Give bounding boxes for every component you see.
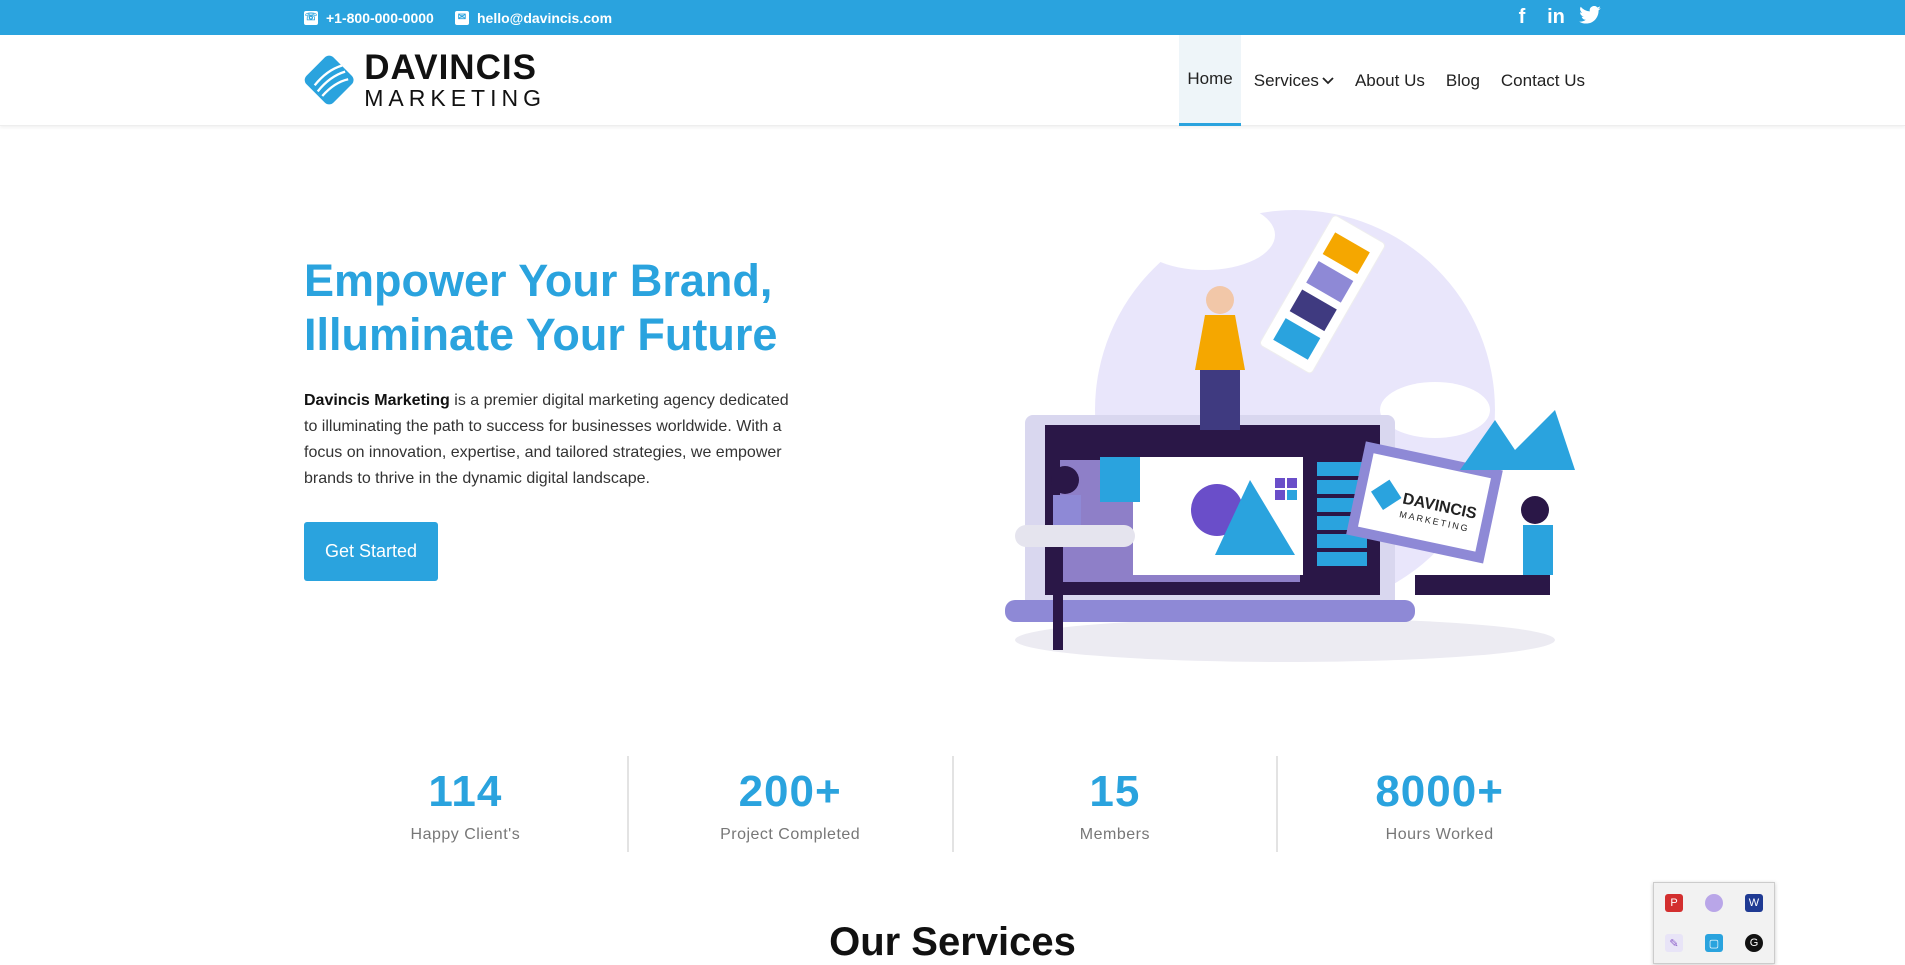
mail-icon: ✉ bbox=[455, 10, 469, 25]
site-logo[interactable]: DAVINCIS MARKETING bbox=[304, 47, 546, 113]
phone-contact[interactable]: ☏ +1-800-000-0000 bbox=[304, 0, 434, 35]
logo-mark-icon bbox=[304, 55, 354, 105]
nav-label-blog: Blog bbox=[1445, 70, 1480, 90]
nav-item-services[interactable]: Services bbox=[1246, 35, 1342, 126]
nav-item-home[interactable]: Home bbox=[1179, 35, 1241, 126]
pdf-extension-icon[interactable]: P bbox=[1665, 894, 1683, 912]
main-navbar: DAVINCIS MARKETING Home Services About U… bbox=[0, 35, 1905, 126]
social-links: f in bbox=[1510, 0, 1602, 35]
stat-label: Project Completed bbox=[720, 826, 861, 843]
stat-value: 15 bbox=[1089, 767, 1141, 816]
chevron-down-icon bbox=[1322, 74, 1334, 88]
hero-title: Empower Your Brand, Illuminate Your Futu… bbox=[304, 254, 864, 362]
moon-extension-icon[interactable] bbox=[1705, 894, 1723, 912]
stat-hours-worked: 8000+ Hours Worked bbox=[1278, 756, 1601, 852]
nav-menu: Home Services About Us Blog Contact Us bbox=[1174, 35, 1593, 126]
email-contact[interactable]: ✉ hello@davincis.com bbox=[455, 0, 612, 35]
feather-extension-icon[interactable]: ✎ bbox=[1665, 934, 1683, 952]
get-started-button[interactable]: Get Started bbox=[304, 522, 438, 581]
hero-title-line-2: Illuminate Your Future bbox=[304, 309, 778, 360]
nav-label-home: Home bbox=[1187, 69, 1233, 88]
nav-item-contact[interactable]: Contact Us bbox=[1493, 35, 1593, 126]
hero-title-line-1: Empower Your Brand, bbox=[304, 255, 773, 306]
phone-icon: ☏ bbox=[304, 10, 318, 25]
nav-label-contact: Contact Us bbox=[1500, 70, 1585, 90]
stat-label: Members bbox=[1079, 826, 1150, 843]
top-bar: ☏ +1-800-000-0000 ✉ hello@davincis.com f… bbox=[0, 0, 1905, 35]
phone-number[interactable]: +1-800-000-0000 bbox=[326, 10, 434, 26]
hero-illustration: DAVINCIS MARKETING bbox=[1005, 200, 1575, 662]
hero-brand-name: Davincis Marketing bbox=[304, 392, 450, 409]
twitter-icon[interactable] bbox=[1578, 5, 1602, 30]
window-extension-icon[interactable]: ▢ bbox=[1705, 934, 1723, 952]
email-address[interactable]: hello@davincis.com bbox=[477, 10, 612, 26]
stat-projects-completed: 200+ Project Completed bbox=[629, 756, 954, 852]
logo-text-secondary: MARKETING bbox=[364, 85, 546, 111]
nav-item-about[interactable]: About Us bbox=[1347, 35, 1433, 126]
grammar-extension-icon[interactable]: G bbox=[1745, 934, 1763, 952]
linkedin-icon[interactable]: in bbox=[1544, 6, 1568, 29]
translate-extension-icon[interactable]: W bbox=[1745, 894, 1763, 912]
stat-members: 15 Members bbox=[954, 756, 1279, 852]
facebook-icon[interactable]: f bbox=[1510, 6, 1534, 29]
nav-label-services: Services bbox=[1253, 70, 1319, 90]
stat-happy-clients: 114 Happy Client's bbox=[304, 756, 629, 852]
stat-value: 200+ bbox=[738, 767, 842, 816]
stat-label: Happy Client's bbox=[410, 826, 521, 843]
stats-section: 114 Happy Client's 200+ Project Complete… bbox=[304, 756, 1601, 852]
stat-label: Hours Worked bbox=[1385, 826, 1494, 843]
stat-value: 114 bbox=[428, 767, 503, 816]
logo-text-primary: DAVINCIS bbox=[364, 48, 537, 87]
hero-description: Davincis Marketing is a premier digital … bbox=[304, 388, 804, 492]
stat-value: 8000+ bbox=[1375, 767, 1504, 816]
nav-label-about: About Us bbox=[1354, 70, 1425, 90]
services-heading: Our Services bbox=[829, 920, 1076, 964]
extension-tray: P W ✎ ▢ G bbox=[1653, 882, 1775, 964]
nav-item-blog[interactable]: Blog bbox=[1438, 35, 1488, 126]
